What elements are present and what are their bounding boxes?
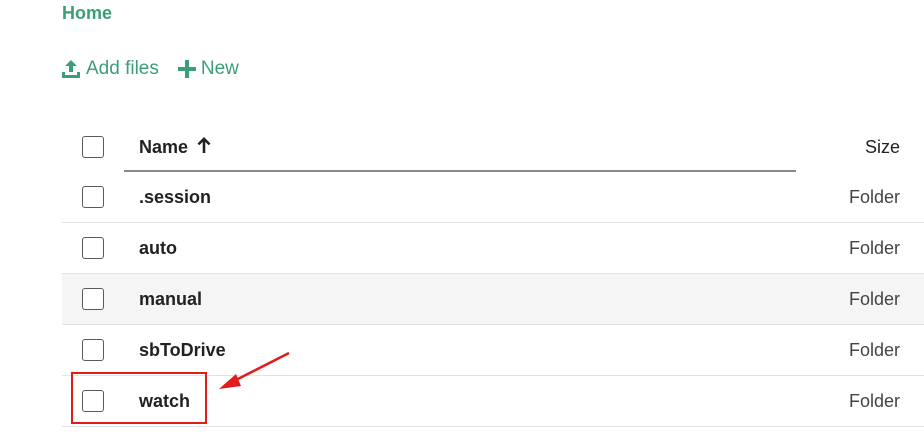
file-size: Folder [848, 339, 900, 360]
plus-icon [177, 59, 197, 79]
table-row[interactable]: watch Folder [62, 376, 924, 427]
file-name[interactable]: manual [139, 289, 780, 310]
row-checkbox[interactable] [82, 288, 104, 310]
file-size: Folder [848, 390, 900, 411]
row-checkbox[interactable] [82, 339, 104, 361]
arrow-up-icon [196, 136, 212, 159]
row-checkbox[interactable] [82, 237, 104, 259]
file-name[interactable]: .session [139, 187, 780, 208]
row-checkbox[interactable] [82, 186, 104, 208]
file-table: Name Size .session Folder auto Folder ma… [62, 122, 924, 427]
file-browser: Home Add files New Name Size .session Fo… [0, 0, 924, 440]
name-column-label: Name [139, 136, 189, 157]
add-files-button[interactable]: Add files [60, 58, 159, 80]
file-size: Folder [848, 237, 900, 258]
table-row[interactable]: auto Folder [62, 223, 924, 274]
file-name[interactable]: auto [139, 238, 780, 259]
file-name[interactable]: sbToDrive [139, 340, 780, 361]
file-size: Folder [848, 186, 900, 207]
name-column-header[interactable]: Name [139, 136, 780, 159]
table-header: Name Size [62, 122, 924, 172]
new-label: New [200, 58, 239, 79]
table-row[interactable]: sbToDrive Folder [62, 325, 924, 376]
table-row[interactable]: manual Folder [62, 274, 924, 325]
add-files-label: Add files [86, 58, 159, 79]
size-column-header[interactable]: Size [780, 137, 924, 158]
file-name[interactable]: watch [139, 391, 780, 412]
upload-icon [60, 58, 82, 80]
select-all-checkbox[interactable] [82, 136, 104, 158]
row-checkbox[interactable] [82, 390, 104, 412]
toolbar: Add files New [60, 58, 239, 80]
new-button[interactable]: New [177, 58, 239, 80]
file-size: Folder [848, 288, 900, 309]
breadcrumb-home[interactable]: Home [62, 3, 112, 24]
table-row[interactable]: .session Folder [62, 172, 924, 223]
